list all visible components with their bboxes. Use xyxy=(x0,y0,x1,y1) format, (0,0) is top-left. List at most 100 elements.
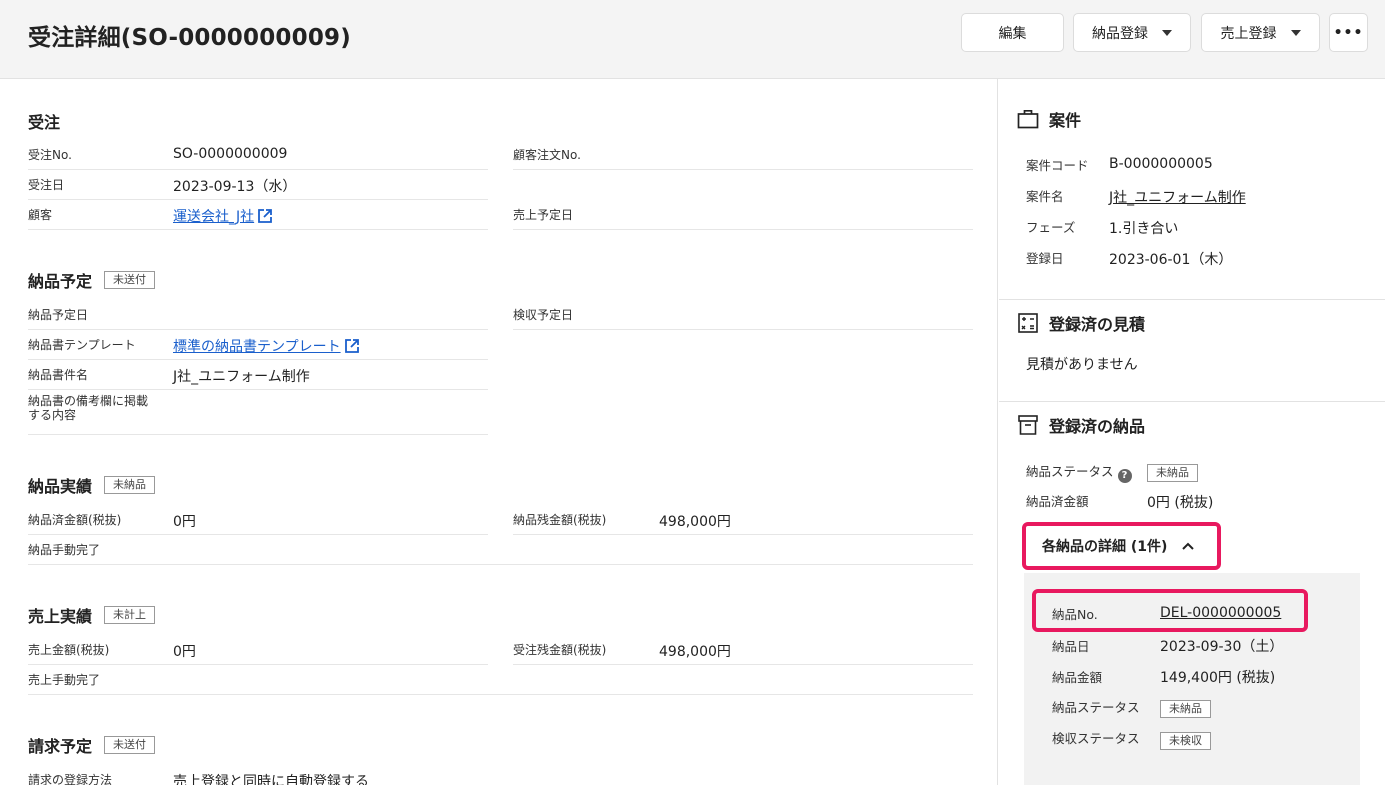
delivery-register-button[interactable]: 納品登録 xyxy=(1073,13,1191,52)
chevron-down-icon xyxy=(1290,29,1301,36)
section-title-text: 受注 xyxy=(28,113,61,132)
delivery-amount-value: 149,400円 (税抜) xyxy=(1160,670,1276,686)
project-name-label: 案件名 xyxy=(1026,189,1064,204)
field-label: 売上予定日 xyxy=(513,208,574,222)
field-customer-order-no: 顧客注文No. xyxy=(513,140,973,170)
field-sales-amount: 売上金額(税抜) 0円 xyxy=(28,635,488,665)
field-label: 売上金額(税抜) xyxy=(28,643,110,657)
project-reg-label: 登録日 xyxy=(1026,251,1064,266)
field-label: 受注No. xyxy=(28,148,72,162)
status-badge: 未計上 xyxy=(104,606,156,624)
section-delivery-plan-title: 納品予定 未送付 xyxy=(28,268,156,292)
section-title-text: 請求予定 xyxy=(28,737,93,756)
field-order-remaining: 受注残金額(税抜) 498,000円 xyxy=(513,635,973,665)
delivery-status-badge: 未納品 xyxy=(1147,464,1198,482)
project-phase-value: 1.引き合い xyxy=(1109,221,1179,237)
external-link-icon[interactable] xyxy=(344,338,360,354)
quotes-empty-text: 見積がありません xyxy=(1026,357,1138,373)
delivery-remaining-value: 498,000円 xyxy=(659,514,731,530)
field-label: 請求の登録方法 xyxy=(28,773,113,785)
customer-link[interactable]: 運送会社_J社 xyxy=(173,206,273,226)
field-delivery-remaining: 納品残金額(税抜) 498,000円 xyxy=(513,505,973,535)
inspect-status-label: 検収ステータス xyxy=(1052,731,1140,746)
status-badge: 未送付 xyxy=(104,271,156,289)
delivery-no-link[interactable]: DEL-0000000005 xyxy=(1160,605,1281,621)
project-code-label: 案件コード xyxy=(1026,158,1089,173)
field-label-line1: 納品書の備考欄に掲載 xyxy=(28,394,149,408)
section-billing-plan-title: 請求予定 未送付 xyxy=(28,733,156,757)
page-header: 受注詳細(SO-0000000009) 編集 納品登録 売上登録 ••• xyxy=(0,0,1385,79)
field-order-no: 受注No. SO-0000000009 xyxy=(28,140,488,170)
edit-button[interactable]: 編集 xyxy=(961,13,1064,52)
section-title-text: 納品予定 xyxy=(28,272,93,291)
delivered-amount-value: 0円 xyxy=(173,514,196,530)
chevron-down-icon xyxy=(1162,29,1172,36)
status-badge: 未送付 xyxy=(104,736,156,754)
delivery-status-label-text: 納品ステータス xyxy=(1026,464,1114,479)
delivery-status-label: 納品ステータス? xyxy=(1026,461,1132,483)
project-panel: 案件 案件コード B-0000000005 案件名 J社_ユニフォーム制作 フェ… xyxy=(999,79,1385,300)
deliveries-title: 登録済の納品 xyxy=(1017,413,1145,437)
field-label: 納品予定日 xyxy=(28,308,89,322)
field-label: 顧客 xyxy=(28,208,53,222)
field-label: 受注残金額(税抜) xyxy=(513,643,607,657)
field-label: 納品書件名 xyxy=(28,368,89,382)
billing-method-value: 売上登録と同時に自動登録する xyxy=(173,774,369,785)
external-link-icon[interactable] xyxy=(257,208,273,224)
project-title-text: 案件 xyxy=(1049,111,1082,130)
field-inspect-date: 検収予定日 xyxy=(513,300,973,330)
template-link[interactable]: 標準の納品書テンプレート xyxy=(173,336,360,356)
delivery-date-value: 2023-09-30（土） xyxy=(1160,639,1284,655)
template-link-text[interactable]: 標準の納品書テンプレート xyxy=(173,339,341,355)
sales-register-button[interactable]: 売上登録 xyxy=(1201,13,1320,52)
section-order-title: 受注 xyxy=(28,109,60,133)
delivery-amount-label: 納品金額 xyxy=(1052,670,1103,685)
more-menu-button[interactable]: ••• xyxy=(1329,13,1368,52)
delivered-amount-label: 納品済金額 xyxy=(1026,494,1089,509)
help-icon[interactable]: ? xyxy=(1117,469,1132,483)
field-label: 検収予定日 xyxy=(513,308,574,322)
field-label: 納品手動完了 xyxy=(28,543,101,557)
field-customer: 顧客 運送会社_J社 xyxy=(28,200,488,230)
project-phase-label: フェーズ xyxy=(1026,220,1076,235)
field-label: 納品書の備考欄に掲載 する内容 xyxy=(28,394,148,422)
field-label: 売上手動完了 xyxy=(28,673,101,687)
delivery-detail-status-label: 納品ステータス xyxy=(1052,700,1140,715)
quotes-title-text: 登録済の見積 xyxy=(1049,315,1146,334)
field-label: 顧客注文No. xyxy=(513,148,581,162)
inspect-status-badge: 未検収 xyxy=(1160,732,1211,750)
doc-name-value: J社_ユニフォーム制作 xyxy=(173,369,310,385)
delivery-detail-status-badge: 未納品 xyxy=(1160,700,1211,718)
order-remaining-value: 498,000円 xyxy=(659,644,731,660)
archive-box-icon xyxy=(1018,415,1038,435)
order-no-value: SO-0000000009 xyxy=(173,146,288,162)
deliveries-title-text: 登録済の納品 xyxy=(1049,417,1146,436)
chevron-up-icon xyxy=(1182,542,1195,550)
delivery-details-toggle[interactable]: 各納品の詳細 (1件) xyxy=(1022,522,1221,570)
briefcase-icon xyxy=(1017,109,1039,129)
sales-register-label: 売上登録 xyxy=(1220,25,1277,42)
project-title: 案件 xyxy=(1017,107,1081,131)
section-title-text: 納品実績 xyxy=(28,477,93,496)
customer-link-text[interactable]: 運送会社_J社 xyxy=(173,209,254,225)
project-reg-value: 2023-06-01（木） xyxy=(1109,252,1233,268)
field-doc-note: 納品書の備考欄に掲載 する内容 xyxy=(28,390,488,435)
section-title-text: 売上実績 xyxy=(28,607,93,626)
calculator-icon xyxy=(1018,313,1038,333)
side-panel: 案件 案件コード B-0000000005 案件名 J社_ユニフォーム制作 フェ… xyxy=(999,79,1385,785)
delivery-no-label: 納品No. xyxy=(1052,607,1098,622)
main-content: 受注 受注No. SO-0000000009 顧客注文No. 受注日 2023-… xyxy=(0,79,998,785)
field-delivery-template: 納品書テンプレート 標準の納品書テンプレート xyxy=(28,330,488,360)
delivery-register-label: 納品登録 xyxy=(1092,25,1148,42)
page-title: 受注詳細(SO-0000000009) xyxy=(28,25,351,51)
order-date-value: 2023-09-13（水） xyxy=(173,179,297,195)
quotes-title: 登録済の見積 xyxy=(1017,311,1145,335)
field-delivery-date: 納品予定日 xyxy=(28,300,488,330)
field-sales-date: 売上予定日 xyxy=(513,200,973,230)
field-delivered-amount: 納品済金額(税抜) 0円 xyxy=(28,505,488,535)
delivery-details-toggle-label: 各納品の詳細 (1件) xyxy=(1042,539,1168,555)
field-label-line2: する内容 xyxy=(28,408,77,422)
project-name-link[interactable]: J社_ユニフォーム制作 xyxy=(1109,187,1246,207)
field-label: 受注日 xyxy=(28,178,65,192)
status-badge: 未納品 xyxy=(104,476,156,494)
